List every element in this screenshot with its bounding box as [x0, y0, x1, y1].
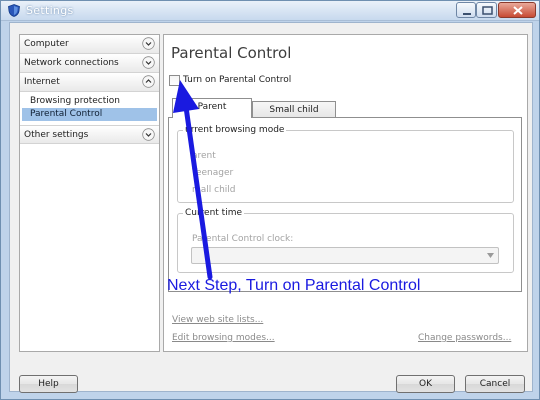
mode-option-parent[interactable]: arent [192, 151, 216, 161]
parental-control-panel: Parental Control Turn on Parental Contro… [163, 34, 528, 352]
chevron-down-icon[interactable] [142, 37, 155, 50]
tab-panel-parent: urrent browsing mode arent Teenager mall… [168, 117, 522, 292]
sidebar-section-label: Computer [24, 39, 69, 49]
title-bar[interactable]: Settings [1, 1, 539, 21]
turn-on-parental-control-checkbox[interactable] [169, 75, 180, 86]
minimize-icon [463, 13, 471, 15]
settings-sidebar: Computer Network connections Internet Br… [19, 34, 160, 352]
sidebar-item-parental-control[interactable]: Parental Control [22, 108, 157, 121]
chevron-up-icon[interactable] [142, 75, 155, 88]
close-button[interactable] [498, 2, 536, 18]
sidebar-section-label: Internet [24, 77, 60, 87]
cancel-button[interactable]: Cancel [465, 375, 525, 393]
browsing-mode-legend: urrent browsing mode [185, 125, 285, 135]
dialog-body: Computer Network connections Internet Br… [9, 22, 533, 393]
sidebar-section-internet[interactable]: Internet [20, 73, 159, 92]
view-web-site-lists-link[interactable]: View web site lists... [172, 315, 263, 325]
tutorial-annotation: Next Step, Turn on Parental Control [167, 277, 421, 294]
page-title: Parental Control [171, 44, 292, 62]
sidebar-section-label: Network connections [24, 58, 119, 68]
checkbox-label[interactable]: Turn on Parental Control [183, 75, 291, 85]
clock-select[interactable] [191, 247, 499, 264]
window-title: Settings [26, 4, 74, 17]
ok-button[interactable]: OK [396, 375, 455, 393]
change-passwords-link[interactable]: Change passwords... [418, 333, 511, 343]
chevron-down-icon[interactable] [142, 128, 155, 141]
sidebar-section-computer[interactable]: Computer [20, 35, 159, 54]
current-time-legend: Current time [185, 208, 242, 218]
edit-browsing-modes-link[interactable]: Edit browsing modes... [172, 333, 275, 343]
close-icon [513, 6, 523, 15]
sidebar-section-other-settings[interactable]: Other settings [20, 125, 159, 144]
dropdown-arrow-icon [487, 253, 494, 258]
minimize-button[interactable] [456, 2, 476, 18]
current-time-group: Current time Parental Control clock: [177, 208, 514, 273]
maximize-icon [482, 6, 493, 15]
mode-option-small-child[interactable]: mall child [192, 185, 236, 195]
help-button[interactable]: Help [19, 375, 78, 393]
tab-parent[interactable]: Parent [172, 98, 252, 118]
shield-icon [8, 4, 20, 17]
chevron-down-icon[interactable] [142, 56, 155, 69]
sidebar-item-browsing-protection[interactable]: Browsing protection [22, 95, 157, 108]
settings-window: Settings Computer Network connections In… [0, 0, 540, 400]
mode-option-teenager[interactable]: Teenager [192, 168, 233, 178]
clock-label: Parental Control clock: [192, 234, 294, 244]
maximize-button[interactable] [476, 2, 497, 18]
browsing-mode-group: urrent browsing mode arent Teenager mall… [177, 125, 514, 203]
sidebar-section-network[interactable]: Network connections [20, 54, 159, 73]
sidebar-section-label: Other settings [24, 130, 89, 140]
